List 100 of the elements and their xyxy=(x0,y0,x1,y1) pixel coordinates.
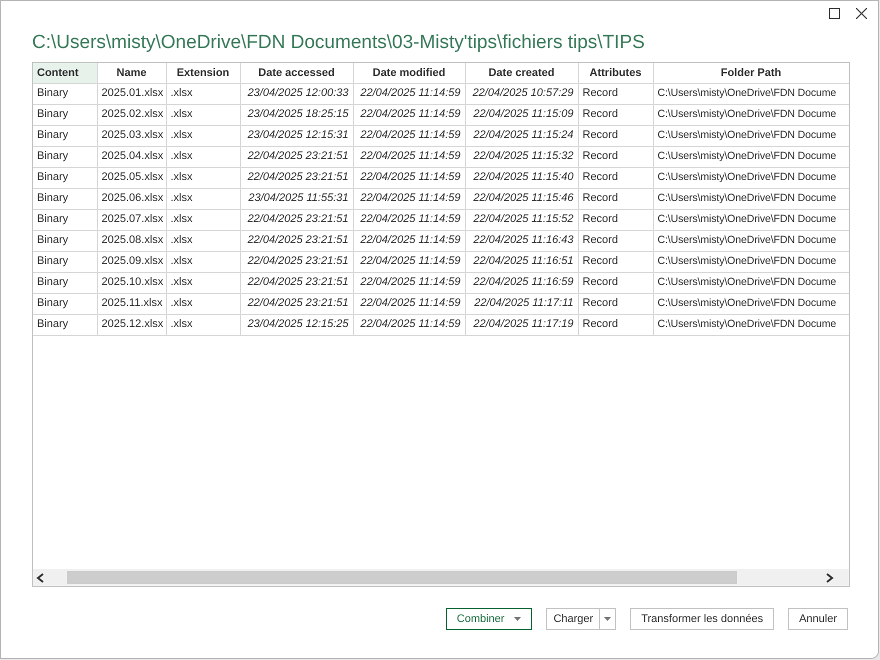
column-header[interactable]: Attributes xyxy=(578,63,653,83)
column-header[interactable]: Date modified xyxy=(353,63,465,83)
table-cell: Record xyxy=(578,188,653,209)
table-cell: 22/04/2025 11:15:46 xyxy=(465,188,578,209)
combine-button[interactable]: Combiner xyxy=(446,608,532,630)
transform-button[interactable]: Transformer les données xyxy=(630,608,774,630)
table-cell: Record xyxy=(578,230,653,251)
table-cell: 22/04/2025 11:17:19 xyxy=(465,314,578,335)
table-cell: .xlsx xyxy=(166,188,240,209)
table-cell: .xlsx xyxy=(166,146,240,167)
caret-icon xyxy=(604,617,612,621)
close-icon[interactable] xyxy=(856,8,867,19)
table-cell: 22/04/2025 11:15:09 xyxy=(465,104,578,125)
table-cell: 22/04/2025 11:15:52 xyxy=(465,209,578,230)
table-cell: Binary xyxy=(33,125,97,146)
window-title: C:\Users\misty\OneDrive\FDN Documents\03-Misty'tips\fichiers tips\TIPS xyxy=(32,31,646,55)
column-header[interactable]: Extension xyxy=(166,63,240,83)
table-cell: Record xyxy=(578,83,653,104)
table-cell: 2025.08.xlsx xyxy=(97,230,166,251)
table-cell: Binary xyxy=(33,314,97,335)
table-cell: Record xyxy=(578,125,653,146)
horizontal-scrollbar[interactable] xyxy=(33,569,849,586)
table-cell: 22/04/2025 11:14:59 xyxy=(353,293,465,314)
table-cell: .xlsx xyxy=(166,314,240,335)
table-cell: 2025.03.xlsx xyxy=(97,125,166,146)
table-cell: Binary xyxy=(33,104,97,125)
table-cell: 2025.02.xlsx xyxy=(97,104,166,125)
table-cell: C:\Users\misty\OneDrive\FDN Docume xyxy=(653,293,849,314)
column-header[interactable]: Content xyxy=(33,63,97,83)
table-cell: 22/04/2025 23:21:51 xyxy=(240,251,353,272)
column-header[interactable]: Date created xyxy=(465,63,578,83)
table-cell: Binary xyxy=(33,146,97,167)
table-cell: 2025.11.xlsx xyxy=(97,293,166,314)
table-cell: 2025.10.xlsx xyxy=(97,272,166,293)
table-cell: Record xyxy=(578,167,653,188)
table-cell: Binary xyxy=(33,230,97,251)
caret-icon xyxy=(514,617,522,621)
table-cell: 22/04/2025 11:14:59 xyxy=(353,83,465,104)
table-cell: Binary xyxy=(33,272,97,293)
table-cell: 22/04/2025 11:14:59 xyxy=(353,251,465,272)
table-cell: .xlsx xyxy=(166,125,240,146)
table-cell: Record xyxy=(578,146,653,167)
table-cell: 22/04/2025 11:14:59 xyxy=(353,188,465,209)
table-cell: 22/04/2025 11:14:59 xyxy=(353,314,465,335)
table-cell: 2025.06.xlsx xyxy=(97,188,166,209)
table-cell: 22/04/2025 23:21:51 xyxy=(240,167,353,188)
table-cell: 22/04/2025 11:14:59 xyxy=(353,104,465,125)
table-cell: C:\Users\misty\OneDrive\FDN Docume xyxy=(653,83,849,104)
table-cell: Record xyxy=(578,251,653,272)
table-cell: C:\Users\misty\OneDrive\FDN Docume xyxy=(653,314,849,335)
cancel-button[interactable]: Annuler xyxy=(788,608,848,630)
table-cell: 2025.12.xlsx xyxy=(97,314,166,335)
table-cell: 23/04/2025 12:15:31 xyxy=(240,125,353,146)
table-cell: 2025.05.xlsx xyxy=(97,167,166,188)
table-cell: 23/04/2025 18:25:15 xyxy=(240,104,353,125)
table-cell: C:\Users\misty\OneDrive\FDN Docume xyxy=(653,209,849,230)
table-cell: Record xyxy=(578,293,653,314)
scrollbar-thumb[interactable] xyxy=(67,571,737,584)
table-cell: C:\Users\misty\OneDrive\FDN Docume xyxy=(653,167,849,188)
table-cell: 23/04/2025 12:00:33 xyxy=(240,83,353,104)
table-cell: 22/04/2025 11:15:24 xyxy=(465,125,578,146)
table-cell: 23/04/2025 12:15:25 xyxy=(240,314,353,335)
column-header[interactable]: Name xyxy=(97,63,166,83)
table-cell: .xlsx xyxy=(166,209,240,230)
table-cell: 22/04/2025 11:17:11 xyxy=(465,293,578,314)
table-cell: .xlsx xyxy=(166,272,240,293)
table-cell: 2025.07.xlsx xyxy=(97,209,166,230)
table-cell: .xlsx xyxy=(166,230,240,251)
table-cell: Binary xyxy=(33,83,97,104)
maximize-icon[interactable] xyxy=(829,8,840,19)
table-cell: 22/04/2025 11:15:32 xyxy=(465,146,578,167)
table-cell: 22/04/2025 23:21:51 xyxy=(240,272,353,293)
table-cell: 22/04/2025 11:14:59 xyxy=(353,272,465,293)
table-cell: C:\Users\misty\OneDrive\FDN Docume xyxy=(653,230,849,251)
table-cell: 22/04/2025 11:14:59 xyxy=(353,125,465,146)
table-cell: Binary xyxy=(33,209,97,230)
table-cell: 22/04/2025 11:16:43 xyxy=(465,230,578,251)
table-cell: .xlsx xyxy=(166,83,240,104)
table-cell: C:\Users\misty\OneDrive\FDN Docume xyxy=(653,125,849,146)
table-cell: 22/04/2025 23:21:51 xyxy=(240,209,353,230)
table-cell: .xlsx xyxy=(166,104,240,125)
table-cell: 22/04/2025 10:57:29 xyxy=(465,83,578,104)
table-cell: .xlsx xyxy=(166,167,240,188)
table-cell: 22/04/2025 11:16:51 xyxy=(465,251,578,272)
table-cell: 2025.04.xlsx xyxy=(97,146,166,167)
table-cell: 22/04/2025 11:14:59 xyxy=(353,230,465,251)
table-cell: C:\Users\misty\OneDrive\FDN Docume xyxy=(653,251,849,272)
table-cell: Binary xyxy=(33,251,97,272)
table-cell: 22/04/2025 11:16:59 xyxy=(465,272,578,293)
table-cell: 22/04/2025 11:14:59 xyxy=(353,167,465,188)
table-cell: 22/04/2025 11:14:59 xyxy=(353,146,465,167)
table-cell: 2025.09.xlsx xyxy=(97,251,166,272)
table-cell: 22/04/2025 23:21:51 xyxy=(240,230,353,251)
table-cell: Binary xyxy=(33,293,97,314)
table-cell: Record xyxy=(578,314,653,335)
table-cell: 22/04/2025 23:21:51 xyxy=(240,293,353,314)
column-header[interactable]: Folder Path xyxy=(653,63,849,83)
table-cell: 2025.01.xlsx xyxy=(97,83,166,104)
column-header[interactable]: Date accessed xyxy=(240,63,353,83)
table-cell: .xlsx xyxy=(166,293,240,314)
